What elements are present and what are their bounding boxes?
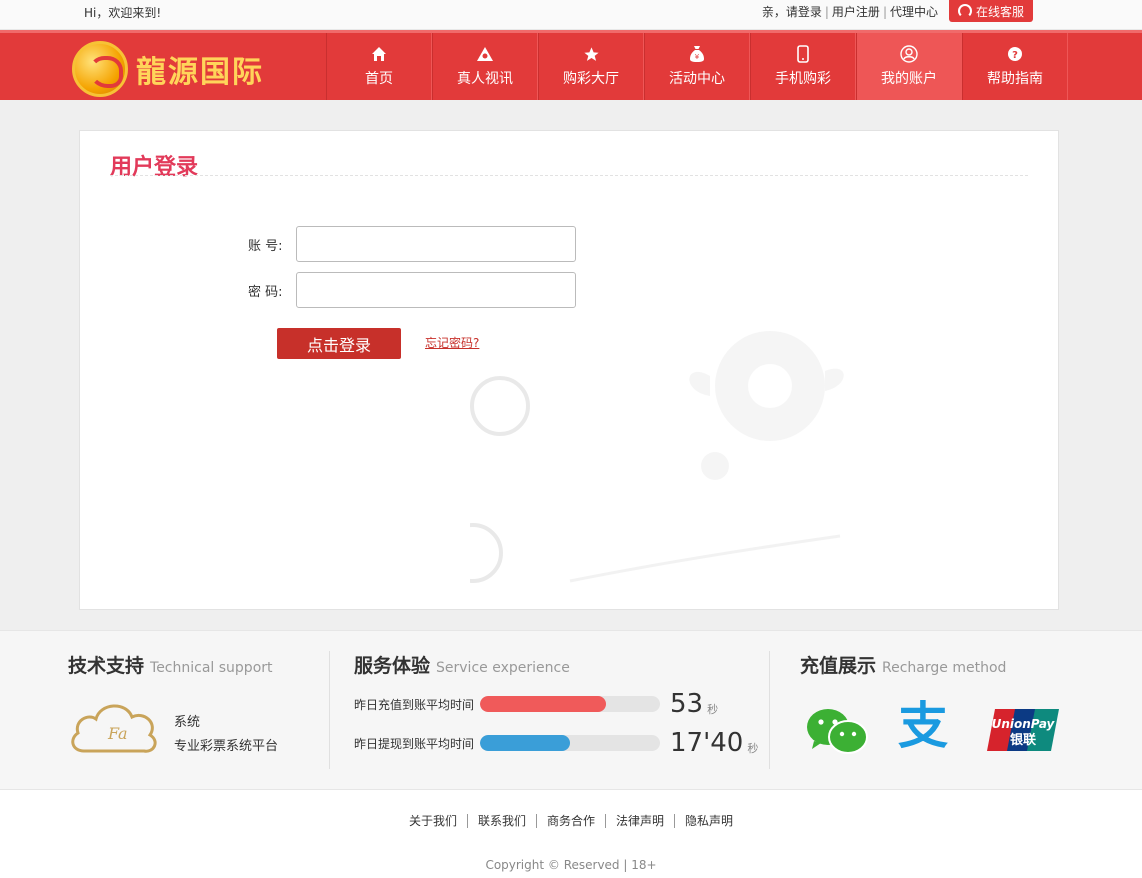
support-title-cn: 技术支持 <box>68 655 145 677</box>
main-nav: 首页 真人视讯 购彩大厅 ¥ 活动中心 手机购彩 我的账户 ? 帮助指南 <box>326 33 1068 100</box>
headset-icon <box>957 4 972 18</box>
stat-progress-bar <box>480 735 660 751</box>
home-icon <box>370 45 388 63</box>
greeting-text: Hi，欢迎来到! <box>84 6 162 20</box>
nav-item-mobile[interactable]: 手机购彩 <box>750 33 856 100</box>
support-line1: 系统 <box>174 715 201 730</box>
agent-center-link[interactable]: 代理中心 <box>890 3 938 20</box>
account-input[interactable] <box>296 226 576 262</box>
cloud-icon: Fa <box>71 704 157 753</box>
support-text: 系统 专业彩票系统平台 <box>174 711 278 759</box>
dragon-logo-icon <box>72 41 128 97</box>
site-logo[interactable]: 龍源国际 <box>72 41 264 97</box>
wechat-icon <box>807 709 868 754</box>
stat-value: 17'40 <box>670 728 744 758</box>
stat-progress-fill <box>480 696 606 712</box>
link-divider: | <box>882 4 887 19</box>
money-bag-icon: ¥ <box>688 45 706 63</box>
unionpay-cn-text: 银联 <box>1010 732 1036 748</box>
unionpay-icon: UnionPay 银联 <box>987 709 1059 751</box>
footer-link-about[interactable]: 关于我们 <box>399 814 467 828</box>
account-row: 账 号: <box>248 226 576 262</box>
footer-link-business[interactable]: 商务合作 <box>535 814 605 828</box>
main-header: 龍源国际 首页 真人视讯 购彩大厅 ¥ 活动中心 手机购彩 我的账户 ? 帮助指… <box>0 30 1142 100</box>
account-label: 账 号: <box>248 238 283 254</box>
service-title-cn: 服务体验 <box>354 655 431 677</box>
nav-label: 帮助指南 <box>987 71 1043 87</box>
top-links: 亲，请登录 | 用户注册 | 代理中心 <box>762 3 938 20</box>
login-link[interactable]: 亲，请登录 <box>762 3 822 20</box>
nav-label: 购彩大厅 <box>563 71 619 87</box>
stat-progress-bar <box>480 696 660 712</box>
recharge-title: 充值展示 Recharge method <box>800 651 1006 678</box>
footer-link-contact[interactable]: 联系我们 <box>466 814 536 828</box>
stat-value: 53 <box>670 689 704 719</box>
nav-label: 我的账户 <box>881 71 937 87</box>
recharge-title-cn: 充值展示 <box>800 655 877 677</box>
footer-links: 关于我们 联系我们 商务合作 法律声明 隐私声明 <box>0 814 1142 828</box>
section-divider <box>769 651 770 769</box>
top-utility-bar: Hi，欢迎来到! 亲，请登录 | 用户注册 | 代理中心 在线客服 <box>0 0 1142 30</box>
password-label: 密 码: <box>248 284 283 300</box>
title-divider <box>110 175 1028 176</box>
logo-text: 龍源国际 <box>136 55 264 90</box>
nav-item-live-video[interactable]: 真人视讯 <box>432 33 538 100</box>
user-icon <box>900 45 918 63</box>
section-divider <box>329 651 330 769</box>
login-submit-button[interactable]: 点击登录 <box>277 328 401 359</box>
alipay-icon: 支 <box>898 697 948 755</box>
stat-progress-fill <box>480 735 570 751</box>
svg-text:¥: ¥ <box>695 53 700 61</box>
nav-item-events[interactable]: ¥ 活动中心 <box>644 33 750 100</box>
nav-label: 首页 <box>365 71 393 87</box>
nav-item-my-account[interactable]: 我的账户 <box>856 33 962 100</box>
svg-text:Fa: Fa <box>107 724 128 743</box>
nav-label: 真人视讯 <box>457 71 513 87</box>
info-bar: 技术支持 Technical support Fa 系统 专业彩票系统平台 服务… <box>0 630 1142 790</box>
support-title-en: Technical support <box>150 660 273 676</box>
svg-text:?: ? <box>1012 50 1018 61</box>
star-icon <box>582 45 600 63</box>
login-panel: 用户登录 账 号: 密 码: 点击登录 忘记密码? <box>79 130 1059 610</box>
deposit-stat-row: 昨日充值到账平均时间 53 秒 <box>354 689 718 719</box>
phone-icon <box>794 45 812 63</box>
stat-unit: 秒 <box>707 703 719 716</box>
register-link[interactable]: 用户注册 <box>832 3 880 20</box>
support-line2: 专业彩票系统平台 <box>174 739 279 754</box>
support-title: 技术支持 Technical support <box>68 651 273 678</box>
help-icon: ? <box>1006 45 1024 63</box>
nav-label: 活动中心 <box>669 71 725 87</box>
stat-unit: 秒 <box>747 742 759 755</box>
watermark-graphic <box>470 331 844 583</box>
nav-item-help[interactable]: ? 帮助指南 <box>962 33 1068 100</box>
withdraw-stat-row: 昨日提现到账平均时间 17'40 秒 <box>354 728 758 758</box>
stat-label: 昨日提现到账平均时间 <box>354 736 475 751</box>
triangle-icon <box>476 45 494 63</box>
nav-item-home[interactable]: 首页 <box>326 33 432 100</box>
service-title: 服务体验 Service experience <box>354 651 570 678</box>
copyright-text: Copyright © Reserved | 18+ <box>485 858 657 872</box>
recharge-title-en: Recharge method <box>882 660 1007 676</box>
link-divider: | <box>824 4 829 19</box>
stat-label: 昨日充值到账平均时间 <box>354 697 475 712</box>
login-title: 用户登录 <box>110 155 199 180</box>
online-service-button[interactable]: 在线客服 <box>949 0 1033 22</box>
service-title-en: Service experience <box>436 660 570 676</box>
footer-link-privacy[interactable]: 隐私声明 <box>674 814 743 828</box>
nav-label: 手机购彩 <box>775 71 831 87</box>
nav-item-lottery-hall[interactable]: 购彩大厅 <box>538 33 644 100</box>
footer-link-legal[interactable]: 法律声明 <box>605 814 674 828</box>
unionpay-text: UnionPay <box>992 717 1056 731</box>
online-service-label: 在线客服 <box>975 4 1024 19</box>
